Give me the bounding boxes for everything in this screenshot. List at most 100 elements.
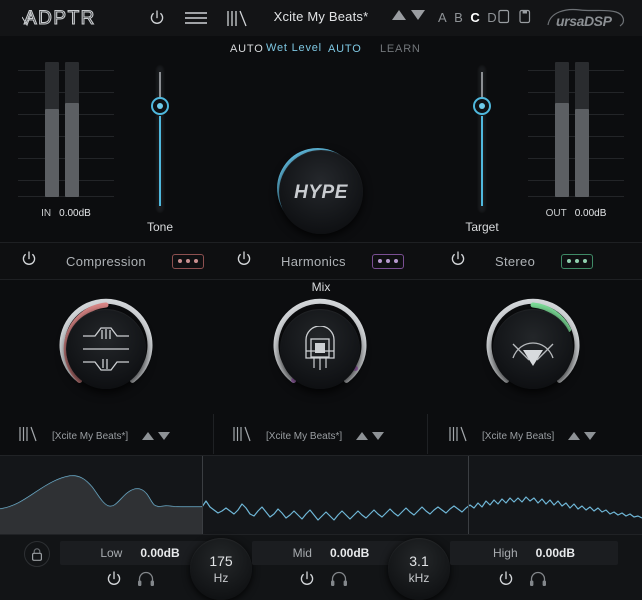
- compression-power-button[interactable]: [20, 250, 38, 273]
- harmonics-preset-down-button[interactable]: [372, 432, 385, 440]
- spectrum-curve: [0, 475, 642, 534]
- paste-icon[interactable]: [519, 9, 531, 29]
- compression-preset-name[interactable]: [Xcite My Beats*]: [52, 431, 128, 442]
- band-solo-headphones-icon-mid[interactable]: [330, 571, 348, 592]
- tone-track-lower: [159, 116, 161, 206]
- adptr-logo: ADPTR: [22, 7, 130, 29]
- band-strip-mid[interactable]: Mid 0.00dB: [252, 541, 410, 565]
- compression-preset-cell: [Xcite My Beats*]: [18, 420, 171, 452]
- input-meter-label: IN: [41, 208, 52, 219]
- slot-b[interactable]: B: [454, 10, 463, 25]
- harmonics-preset-name[interactable]: [Xcite My Beats*]: [266, 431, 342, 442]
- compression-preset-down-button[interactable]: [158, 432, 171, 440]
- module-header-compression: Compression: [20, 243, 204, 279]
- module-name-compression: Compression: [66, 253, 146, 269]
- crossover-divider-high[interactable]: [468, 456, 469, 534]
- band-power-mid[interactable]: [298, 570, 316, 593]
- compression-knob[interactable]: [53, 296, 159, 402]
- module-header-harmonics: Harmonics: [235, 243, 404, 279]
- band-gain-low[interactable]: 0.00dB: [140, 546, 179, 560]
- hamburger-menu-icon[interactable]: [184, 10, 208, 26]
- target-slider[interactable]: Target: [465, 64, 499, 234]
- copy-paste-group: [498, 9, 531, 29]
- crossover-value-low: 175: [209, 552, 233, 569]
- compression-preset-up-button[interactable]: [142, 432, 155, 440]
- band-gain-high[interactable]: 0.00dB: [536, 546, 575, 560]
- target-slider-handle[interactable]: [473, 97, 491, 115]
- auto-input-button[interactable]: AUTO: [230, 43, 264, 55]
- slot-c[interactable]: C: [470, 10, 480, 25]
- auto-row: AUTO Wet Level AUTO LEARN: [0, 40, 642, 60]
- auto-output-button[interactable]: AUTO: [328, 43, 362, 55]
- crossover-unit-high: kHz: [408, 570, 430, 585]
- preset-up-button[interactable]: [392, 10, 406, 20]
- tone-slider-handle[interactable]: [151, 97, 169, 115]
- stereo-preset-name[interactable]: [Xcite My Beats]: [482, 431, 554, 442]
- learn-button[interactable]: LEARN: [380, 43, 421, 55]
- mix-knob-badge: HYPE: [294, 182, 348, 203]
- mix-knob[interactable]: HYPE Mix: [271, 142, 371, 294]
- svg-text:ADPTR: ADPTR: [24, 8, 96, 29]
- compression-meter-bars-icon[interactable]: [18, 426, 38, 447]
- band-solo-headphones-icon-high[interactable]: [529, 571, 547, 592]
- mix-label: Mix: [311, 280, 331, 294]
- target-track-lower: [481, 116, 483, 206]
- ursadsp-logo[interactable]: ursaDSP: [544, 6, 628, 37]
- harmonics-meter-bars-icon[interactable]: [232, 426, 252, 447]
- output-meter-readout: OUT 0.00dB: [528, 208, 624, 219]
- output-meter-label: OUT: [545, 208, 567, 219]
- module-name-harmonics: Harmonics: [281, 253, 346, 269]
- slot-d[interactable]: D: [487, 10, 497, 25]
- crossover-knob-low[interactable]: 175 Hz: [190, 538, 252, 600]
- band-gain-mid[interactable]: 0.00dB: [330, 546, 369, 560]
- output-meter-value[interactable]: 0.00dB: [575, 208, 607, 219]
- tone-label: Tone: [146, 220, 174, 234]
- output-meter[interactable]: OUT 0.00dB: [528, 62, 624, 219]
- copy-icon[interactable]: [498, 9, 510, 29]
- slot-a[interactable]: A: [438, 10, 447, 25]
- crossover-knob-high[interactable]: 3.1 kHz: [388, 538, 450, 600]
- stereo-width-icon: [508, 326, 558, 372]
- harmonics-knob[interactable]: [267, 296, 373, 402]
- tone-slider[interactable]: Tone: [147, 64, 173, 234]
- module-header-stereo: Stereo: [449, 243, 594, 279]
- stereo-preset-up-button[interactable]: [568, 432, 581, 440]
- band-controls-mid: [298, 570, 348, 593]
- multiband-bar: Low 0.00dB 175 Hz Mid 0.00dB 3.1 kHz Hig…: [0, 535, 642, 600]
- harmonics-preset-up-button[interactable]: [356, 432, 369, 440]
- target-label: Target: [465, 220, 499, 234]
- crossover-divider-low[interactable]: [202, 456, 203, 534]
- band-controls-low: [105, 570, 155, 593]
- meter-bars-icon[interactable]: [226, 10, 248, 27]
- stereo-preset-down-button[interactable]: [584, 432, 597, 440]
- stereo-preset-nav: [568, 432, 597, 440]
- module-preset-row: [Xcite My Beats*] [Xcite My Beats*] [Xci…: [0, 420, 642, 452]
- band-name-mid: Mid: [292, 546, 312, 560]
- stereo-meter-bars-icon[interactable]: [448, 426, 468, 447]
- compression-options-dots-icon[interactable]: [171, 253, 204, 269]
- stereo-preset-cell: [Xcite My Beats]: [448, 420, 597, 452]
- power-icon[interactable]: [148, 9, 166, 27]
- preset-nav: [392, 10, 425, 20]
- input-meter[interactable]: IN 0.00dB: [18, 62, 114, 219]
- spectrum-analyzer[interactable]: [0, 455, 642, 535]
- band-power-low[interactable]: [105, 570, 123, 593]
- wet-level-label[interactable]: Wet Level: [266, 42, 322, 54]
- band-name-high: High: [492, 546, 518, 560]
- harmonics-preset-nav: [356, 432, 385, 440]
- plugin-window: ADPTR Xcite My Beats* A B C D ursaDSP AU…: [0, 0, 642, 600]
- band-strip-high[interactable]: High 0.00dB: [450, 541, 618, 565]
- stereo-power-button[interactable]: [449, 250, 467, 273]
- lock-icon[interactable]: [24, 541, 50, 567]
- band-solo-headphones-icon-low[interactable]: [137, 571, 155, 592]
- stereo-options-dots-icon[interactable]: [561, 253, 594, 269]
- crossover-unit-low: Hz: [213, 570, 229, 585]
- input-meter-value[interactable]: 0.00dB: [59, 208, 91, 219]
- stereo-knob[interactable]: [480, 296, 586, 402]
- preset-down-button[interactable]: [411, 10, 425, 20]
- output-meter-bars: [555, 62, 597, 197]
- band-power-high[interactable]: [497, 570, 515, 593]
- module-header-row: Compression Harmonics Stereo: [0, 242, 642, 280]
- harmonics-power-button[interactable]: [235, 250, 253, 273]
- harmonics-options-dots-icon[interactable]: [371, 253, 404, 269]
